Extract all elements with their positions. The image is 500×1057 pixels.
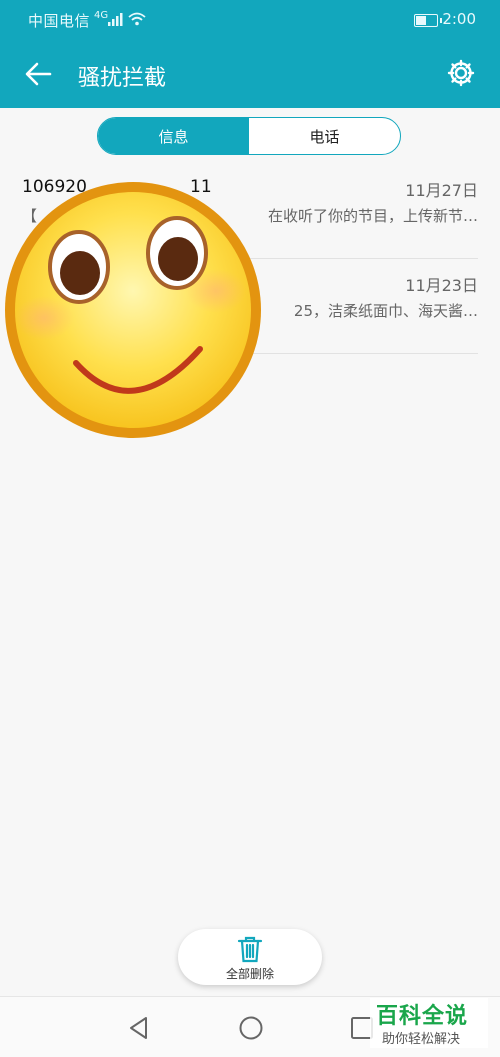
carrier-label: 中国电信 <box>28 12 91 30</box>
circle-home-icon[interactable] <box>238 1015 264 1041</box>
watermark-subtitle: 助你轻松解决 <box>382 1032 461 1047</box>
network-type-label: 4G <box>94 10 109 21</box>
page-title: 骚扰拦截 <box>78 66 167 91</box>
message-date: 11月27日 <box>405 181 478 200</box>
app-bar: 骚扰拦截 <box>0 40 500 108</box>
smiley-face-sticker <box>5 182 261 438</box>
signal-icon <box>108 13 123 26</box>
gear-icon[interactable] <box>446 58 476 88</box>
wifi-icon <box>128 12 146 26</box>
battery-icon <box>414 14 442 27</box>
clock-label: 2:00 <box>442 10 476 28</box>
arrow-left-icon[interactable] <box>20 56 56 92</box>
tab-switcher: 信息 电话 <box>97 117 401 155</box>
tab-messages[interactable]: 信息 <box>98 118 249 154</box>
trash-icon <box>237 936 263 963</box>
message-preview: 25，洁柔纸面巾、海天酱… <box>293 302 478 320</box>
triangle-back-icon[interactable] <box>126 1015 152 1041</box>
watermark-title: 百科全说 <box>376 1004 469 1029</box>
delete-all-label: 全部删除 <box>225 967 274 981</box>
tab-calls[interactable]: 电话 <box>249 118 400 154</box>
message-preview: 在收听了你的节目，上传新节… <box>267 207 478 225</box>
status-bar: 中国电信 4G 2:00 <box>0 0 500 40</box>
delete-all-button[interactable]: 全部删除 <box>178 929 322 985</box>
message-date: 11月23日 <box>405 276 478 295</box>
watermark: 百科全说 助你轻松解决 <box>370 998 488 1048</box>
